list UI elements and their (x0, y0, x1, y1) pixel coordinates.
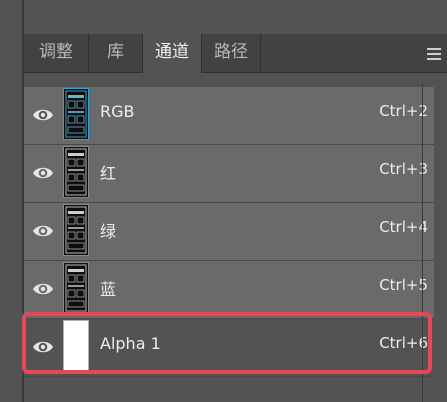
channel-thumbnail (63, 146, 89, 198)
channel-shortcut: Ctrl+2 (379, 102, 428, 120)
channel-label: 蓝 (100, 280, 117, 299)
eye-icon[interactable] (32, 162, 54, 184)
channel-label: RGB (100, 102, 135, 121)
tab-libraries[interactable]: 库 (89, 34, 142, 72)
eye-icon[interactable] (32, 336, 54, 358)
channel-label: 绿 (100, 222, 117, 241)
channel-thumbnail (63, 88, 89, 140)
panel-menu-icon[interactable] (427, 48, 441, 60)
tab-paths[interactable]: 路径 (202, 34, 260, 72)
channel-row-green[interactable]: 绿 Ctrl+4 (24, 203, 434, 261)
collapse-arrows-icon[interactable] (401, 0, 441, 8)
channel-thumbnail (63, 262, 89, 314)
tab-adjustments[interactable]: 调整 (24, 34, 88, 72)
channel-row-blue[interactable]: 蓝 Ctrl+5 (24, 261, 434, 319)
eye-icon[interactable] (32, 104, 54, 126)
channel-row-red[interactable]: 红 Ctrl+3 (24, 145, 434, 203)
channel-row-alpha-1[interactable]: Alpha 1 Ctrl+6 (24, 319, 434, 377)
panel-top-area (24, 0, 447, 34)
eye-icon[interactable] (32, 220, 54, 242)
channel-row-rgb[interactable]: RGB Ctrl+2 (24, 87, 434, 145)
panel-tab-bar: 调整 库 通道 路径 (24, 34, 447, 73)
tab-channels[interactable]: 通道 (143, 34, 201, 73)
channel-shortcut: Ctrl+4 (379, 218, 428, 236)
channel-shortcut: Ctrl+6 (379, 334, 428, 352)
channel-shortcut: Ctrl+5 (379, 276, 428, 294)
left-dock-strip (0, 0, 22, 402)
channel-label: Alpha 1 (100, 334, 161, 353)
channel-shortcut: Ctrl+3 (379, 160, 428, 178)
panel-right-border (422, 84, 423, 402)
channel-label: 红 (100, 164, 117, 183)
tab-separator (260, 34, 261, 72)
channel-thumbnail (63, 204, 89, 256)
channel-thumbnail (63, 320, 89, 372)
eye-icon[interactable] (32, 278, 54, 300)
